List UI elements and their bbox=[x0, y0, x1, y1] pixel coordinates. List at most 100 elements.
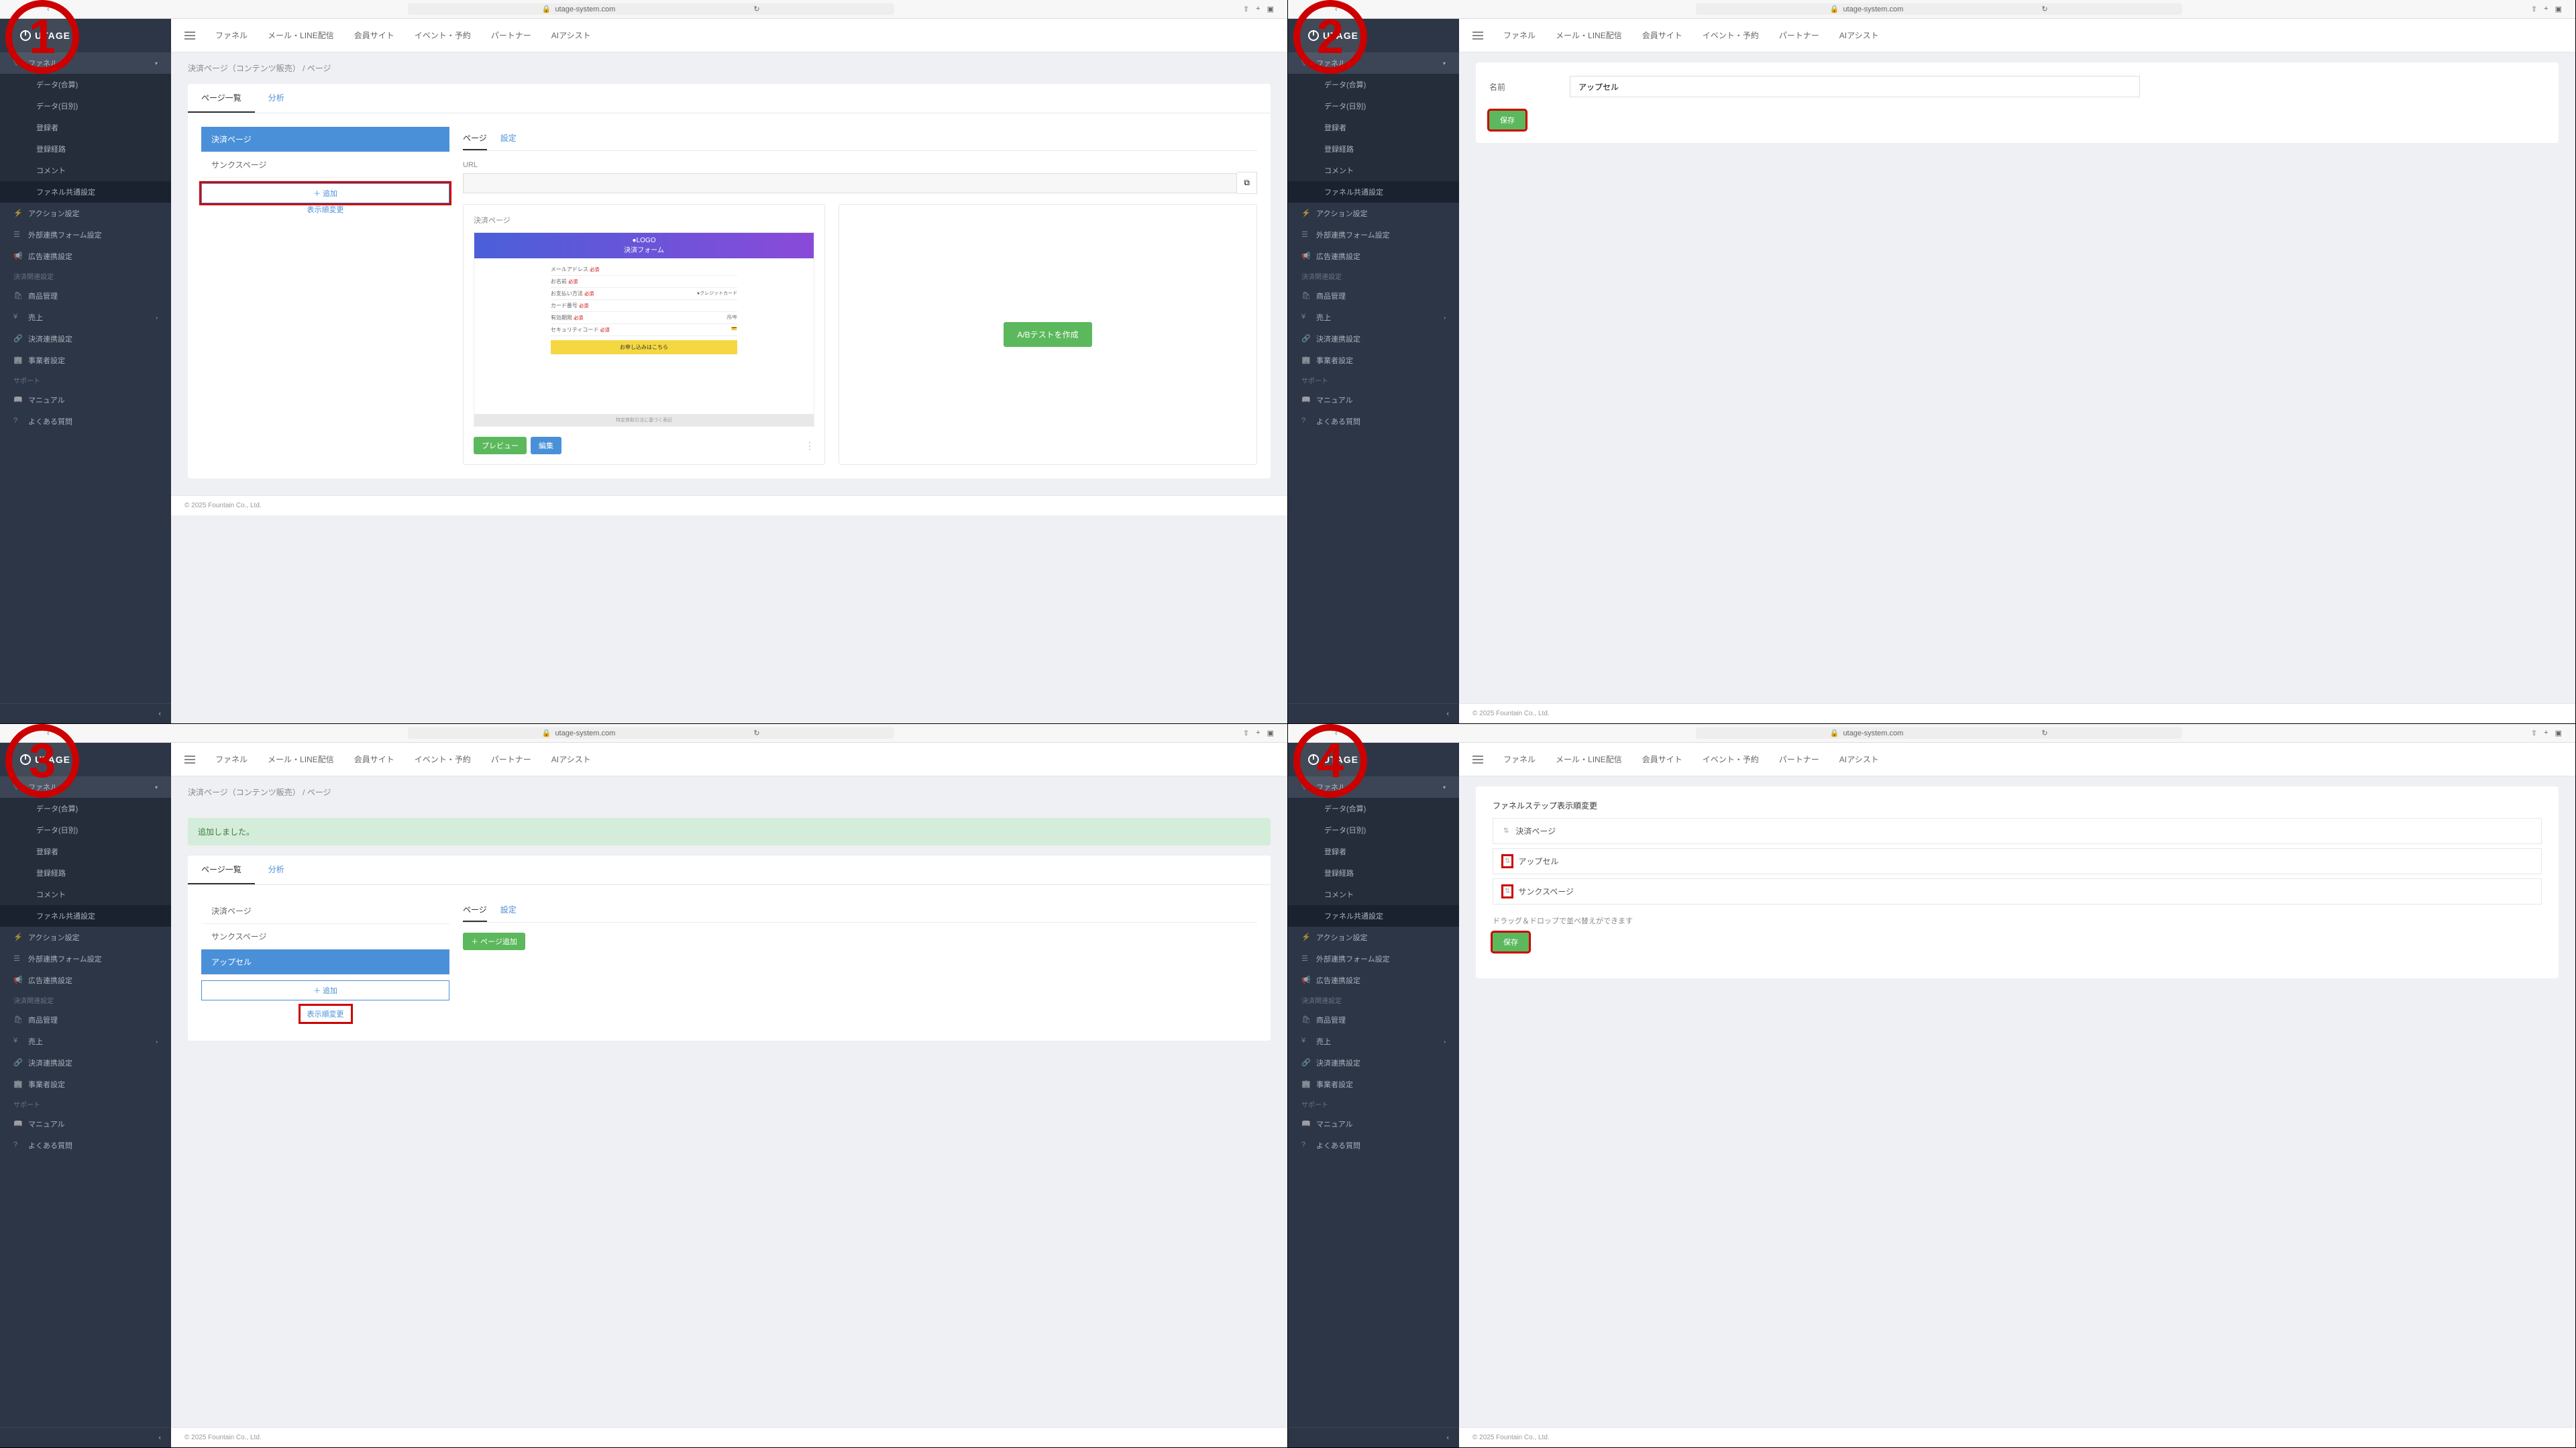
breadcrumb: 決済ページ（コンテンツ販売） / ページ bbox=[171, 52, 1287, 84]
nav-sub[interactable]: データ(日別) bbox=[0, 95, 171, 117]
window-4: 4 ‹› 🔒utage-system.com↻ ⇧+▣ UTAGE ▽ファネル▾… bbox=[1288, 724, 2576, 1448]
browser-toolbar: ‹› 🔒utage-system.com↻ ⇧+▣ bbox=[0, 0, 1287, 19]
step-badge-3: 3 bbox=[5, 724, 79, 798]
lock-icon: 🔒 bbox=[1830, 5, 1839, 13]
page-item[interactable]: サンクスページ bbox=[201, 924, 449, 949]
page-item[interactable]: 決済ページ bbox=[201, 127, 449, 152]
book-icon: 📖 bbox=[13, 395, 23, 405]
topnav-item[interactable]: 会員サイト bbox=[354, 30, 394, 41]
right-tab-page[interactable]: ページ bbox=[463, 898, 487, 922]
ab-test-button[interactable]: A/Bテストを作成 bbox=[1004, 322, 1091, 347]
tab-page-list[interactable]: ページ一覧 bbox=[188, 856, 255, 884]
tab-analysis[interactable]: 分析 bbox=[255, 84, 298, 113]
topnav-item[interactable]: パートナー bbox=[491, 30, 531, 41]
topnav-item[interactable]: メール・LINE配信 bbox=[268, 30, 334, 41]
order-item[interactable]: ⇅サンクスページ bbox=[1493, 878, 2542, 904]
tabs-icon[interactable]: ▣ bbox=[2555, 5, 2562, 13]
nav-section: 決済関連設定 bbox=[0, 267, 171, 285]
nav-sub[interactable]: ファネル共通設定 bbox=[0, 181, 171, 203]
megaphone-icon: 📢 bbox=[13, 252, 23, 261]
copy-icon[interactable]: ⧉ bbox=[1237, 172, 1257, 194]
order-change-link[interactable]: 表示順変更 bbox=[301, 1006, 351, 1022]
window-3: 3 ‹› 🔒utage-system.com↻ ⇧+▣ UTAGE ▽ファネル▾… bbox=[0, 724, 1288, 1448]
page-preview: ●LOGO決済フォーム メールアドレス 必須 お名前 必須 お支払い方法 必須●… bbox=[474, 232, 814, 427]
topbar: ファネル メール・LINE配信 会員サイト イベント・予約 パートナー AIアシ… bbox=[171, 19, 1287, 52]
right-tab-settings[interactable]: 設定 bbox=[500, 127, 517, 150]
right-tab-page[interactable]: ページ bbox=[463, 127, 487, 150]
preview-button[interactable]: プレビュー bbox=[474, 437, 527, 454]
url-input[interactable] bbox=[463, 173, 1237, 193]
order-item[interactable]: ⇅アップセル bbox=[1493, 848, 2542, 874]
drag-icon[interactable]: ⇅ bbox=[1503, 856, 1511, 866]
question-icon: ? bbox=[13, 417, 23, 426]
right-tab-settings[interactable]: 設定 bbox=[500, 898, 517, 922]
page-item[interactable]: 決済ページ bbox=[201, 898, 449, 924]
sidebar-collapse[interactable]: ‹ bbox=[0, 703, 171, 723]
plus-icon[interactable]: + bbox=[2544, 5, 2548, 13]
reload-icon[interactable]: ↻ bbox=[753, 5, 759, 13]
tab-page-list[interactable]: ページ一覧 bbox=[188, 84, 255, 113]
nav-action[interactable]: ⚡アクション設定 bbox=[0, 203, 171, 224]
building-icon: 🏢 bbox=[13, 356, 23, 365]
topnav-item[interactable]: ファネル bbox=[215, 30, 248, 41]
nav-section: サポート bbox=[0, 371, 171, 389]
plus-icon[interactable]: + bbox=[1256, 5, 1260, 13]
bag-icon: 🛍 bbox=[13, 291, 23, 301]
content-tabs: ページ一覧 分析 bbox=[188, 84, 1271, 113]
page-item[interactable]: サンクスページ bbox=[201, 152, 449, 178]
window-2: 2 ‹› 🔒utage-system.com↻ ⇧+▣ UTAGE ▽ファネル▾… bbox=[1288, 0, 2576, 724]
nav-sub[interactable]: データ(合算) bbox=[0, 74, 171, 95]
url-bar[interactable]: 🔒utage-system.com↻ bbox=[1696, 3, 2182, 15]
nav-sub[interactable]: 登録者 bbox=[0, 117, 171, 138]
step-badge-1: 1 bbox=[5, 0, 79, 74]
form-icon: ☰ bbox=[13, 230, 23, 240]
nav-products[interactable]: 🛍商品管理 bbox=[0, 285, 171, 307]
nav-manual[interactable]: 📖マニュアル bbox=[0, 389, 171, 411]
nav-ad[interactable]: 📢広告連携設定 bbox=[0, 246, 171, 267]
sidebar-collapse[interactable]: ‹ bbox=[1288, 703, 1459, 723]
topnav-item[interactable]: AIアシスト bbox=[551, 30, 591, 41]
save-button[interactable]: 保存 bbox=[1489, 111, 1525, 130]
add-page-content-button[interactable]: ＋ ページ追加 bbox=[463, 933, 525, 950]
save-button[interactable]: 保存 bbox=[1493, 933, 1529, 951]
browser-toolbar: ‹› 🔒utage-system.com↻ ⇧+▣ bbox=[1288, 0, 2575, 19]
lock-icon: 🔒 bbox=[542, 5, 551, 13]
name-label: 名前 bbox=[1489, 81, 1543, 93]
window-1: 1 ‹› 🔒utage-system.com↻ ⇧+▣ UTAGE ▽ファネル▾… bbox=[0, 0, 1288, 724]
yen-icon: ¥ bbox=[13, 313, 23, 322]
topnav-item[interactable]: イベント・予約 bbox=[415, 30, 471, 41]
sidebar: UTAGE ▽ファネル▾ データ(合算) データ(日別) 登録者 登録経路 コメ… bbox=[0, 743, 171, 1447]
footer: © 2025 Fountain Co., Ltd. bbox=[1459, 703, 2575, 723]
add-page-button[interactable]: ＋ 追加 bbox=[201, 980, 449, 1000]
sidebar: UTAGE ▽ファネル▾ データ(合算) データ(日別) 登録者 登録経路 コメ… bbox=[1288, 743, 1459, 1447]
nav-sales[interactable]: ¥売上› bbox=[0, 307, 171, 328]
nav-business[interactable]: 🏢事業者設定 bbox=[0, 350, 171, 371]
tabs-icon[interactable]: ▣ bbox=[1267, 5, 1274, 13]
url-bar[interactable]: 🔒utage-system.com↻ bbox=[408, 3, 894, 15]
bolt-icon: ⚡ bbox=[13, 209, 23, 218]
page-item[interactable]: アップセル bbox=[201, 949, 449, 975]
nav-faq[interactable]: ?よくある質問 bbox=[0, 411, 171, 432]
drag-icon[interactable]: ⇅ bbox=[1503, 827, 1509, 835]
drag-icon[interactable]: ⇅ bbox=[1503, 886, 1511, 896]
topbar: ファネル メール・LINE配信 会員サイト イベント・予約 パートナー AIアシ… bbox=[1459, 19, 2575, 52]
nav-sub[interactable]: コメント bbox=[0, 160, 171, 181]
order-item[interactable]: ⇅決済ページ bbox=[1493, 818, 2542, 844]
reload-icon[interactable]: ↻ bbox=[2041, 5, 2047, 13]
preview-label: 決済ページ bbox=[474, 215, 814, 225]
edit-button[interactable]: 編集 bbox=[531, 437, 561, 454]
more-icon[interactable]: ⋮ bbox=[805, 440, 814, 452]
tab-analysis[interactable]: 分析 bbox=[255, 856, 298, 884]
nav-form[interactable]: ☰外部連携フォーム設定 bbox=[0, 224, 171, 246]
sidebar: UTAGE ▽ファネル▾ データ(合算) データ(日別) 登録者 登録経路 コメ… bbox=[1288, 19, 1459, 723]
nav-sub[interactable]: 登録経路 bbox=[0, 138, 171, 160]
share-icon[interactable]: ⇧ bbox=[2531, 5, 2537, 13]
name-input[interactable] bbox=[1570, 76, 2140, 97]
order-change-link[interactable]: 表示順変更 bbox=[302, 201, 350, 219]
flash-message: 追加しました。 bbox=[188, 818, 1271, 845]
hamburger-icon[interactable] bbox=[184, 32, 195, 40]
hamburger-icon[interactable] bbox=[1472, 32, 1483, 40]
footer: © 2025 Fountain Co., Ltd. bbox=[171, 495, 1287, 515]
share-icon[interactable]: ⇧ bbox=[1243, 5, 1249, 13]
nav-payment[interactable]: 🔗決済連携設定 bbox=[0, 328, 171, 350]
